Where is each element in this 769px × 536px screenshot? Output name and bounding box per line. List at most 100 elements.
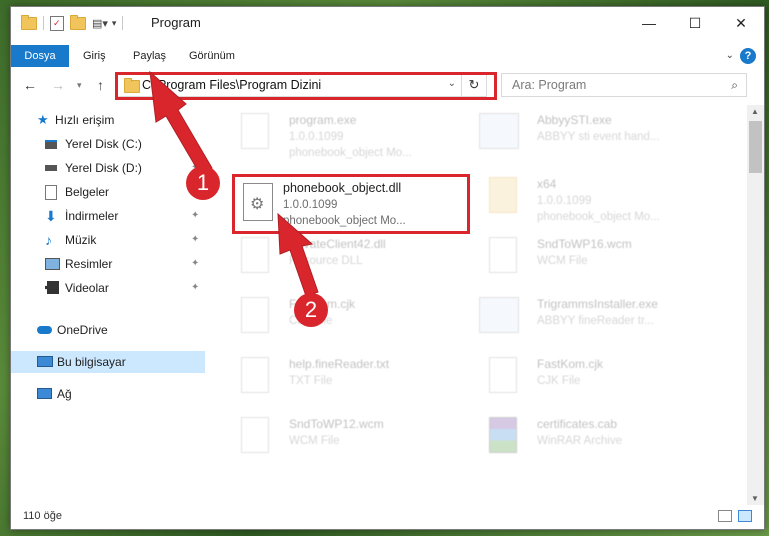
sidebar-item-downloads[interactable]: ⬇ İndirmeler ✦ xyxy=(11,205,205,227)
application-icon xyxy=(479,297,519,333)
step-marker-1: 1 xyxy=(186,166,220,200)
file-name: x64 xyxy=(537,177,557,191)
list-item[interactable]: certificates.cab WinRAR Archive xyxy=(479,413,719,471)
tab-share[interactable]: Paylaş xyxy=(123,45,176,67)
file-icon xyxy=(241,357,269,393)
tiles-view-button[interactable] xyxy=(738,510,752,522)
sidebar-item-videos[interactable]: Videolar ✦ xyxy=(11,277,205,299)
divider xyxy=(43,16,44,30)
cloud-icon xyxy=(37,326,52,334)
expand-ribbon-icon[interactable]: ⌄ xyxy=(726,50,734,61)
sidebar-item-label: Yerel Disk (D:) xyxy=(65,161,142,175)
sidebar-item-music[interactable]: ♪ Müzik ✦ xyxy=(11,229,205,251)
file-name: PrivateClient42.dll xyxy=(289,237,386,251)
file-icon xyxy=(489,357,517,393)
drive-icon xyxy=(45,165,57,171)
file-description: phonebook_object Mo... xyxy=(289,147,412,159)
file-version: 1.0.0.1099 xyxy=(537,195,592,207)
pin-icon[interactable]: ✦ xyxy=(191,229,199,251)
scroll-thumb[interactable] xyxy=(749,121,762,173)
file-icon xyxy=(241,113,269,149)
quick-access-toolbar: ✓ ▤▾ ▾ xyxy=(21,14,129,31)
help-icon[interactable]: ? xyxy=(740,48,756,64)
pictures-icon xyxy=(45,258,60,270)
sidebar-item-label: Ağ xyxy=(57,387,72,401)
file-name: program.exe xyxy=(289,113,357,127)
tab-file[interactable]: Dosya xyxy=(11,45,69,67)
list-item[interactable]: SndToWP12.wcm WCM File xyxy=(231,413,471,471)
list-item[interactable]: TrigrammsInstaller.exe ABBYY fineReader … xyxy=(479,293,719,351)
file-description: WCM File xyxy=(289,435,340,447)
maximize-button[interactable]: ☐ xyxy=(672,7,718,39)
details-view-button[interactable] xyxy=(718,510,732,522)
folder-icon xyxy=(489,177,517,213)
dropdown-icon[interactable]: ▾ xyxy=(112,18,117,29)
new-folder-icon[interactable] xyxy=(70,14,86,30)
file-name: SndToWP16.wcm xyxy=(537,237,632,251)
customize-icon[interactable]: ▤▾ xyxy=(92,17,108,30)
network-icon xyxy=(37,388,52,399)
sidebar-item-quick-access[interactable]: ★ Hızlı erişim xyxy=(11,109,205,131)
file-name: TrigrammsInstaller.exe xyxy=(537,297,658,311)
recent-locations-icon[interactable]: ▾ xyxy=(77,80,82,91)
sidebar-item-disk-c[interactable]: Yerel Disk (C:) xyxy=(11,133,205,155)
sidebar-item-onedrive[interactable]: OneDrive xyxy=(11,319,205,341)
download-icon: ⬇ xyxy=(45,208,57,224)
list-item[interactable]: SndToWP16.wcm WCM File xyxy=(479,233,719,291)
item-count: 110 öğe xyxy=(23,510,62,522)
tab-view[interactable]: Görünüm xyxy=(179,45,245,67)
list-item[interactable]: FastKom.cjk CJK File xyxy=(479,353,719,411)
minimize-button[interactable]: — xyxy=(626,7,672,39)
file-version: 1.0.0.1099 xyxy=(289,131,344,143)
sidebar-item-this-pc[interactable]: Bu bilgisayar xyxy=(11,351,205,373)
tab-home[interactable]: Giriş xyxy=(73,45,116,67)
list-item[interactable]: PrivateClient42.dll Resource DLL xyxy=(231,233,471,291)
forward-button[interactable]: → xyxy=(51,77,65,93)
list-item[interactable]: FastKom.cjk CJK File xyxy=(231,293,471,351)
vertical-scrollbar[interactable]: ▲ ▼ xyxy=(747,105,764,505)
drive-icon xyxy=(45,140,57,149)
search-placeholder: Ara: Program xyxy=(512,78,587,92)
file-name: AbbyySTI.exe xyxy=(537,113,612,127)
pin-icon[interactable]: ✦ xyxy=(191,277,199,299)
navigation-pane: ★ Hızlı erişim Yerel Disk (C:) Yerel Dis… xyxy=(11,105,205,505)
list-item[interactable]: program.exe 1.0.0.1099 phonebook_object … xyxy=(231,109,471,167)
file-icon xyxy=(489,237,517,273)
pin-icon[interactable]: ✦ xyxy=(191,205,199,227)
status-bar: 110 öğe xyxy=(11,505,764,529)
music-icon: ♪ xyxy=(45,232,52,248)
list-item[interactable]: x64 1.0.0.1099 phonebook_object Mo... xyxy=(479,173,719,231)
list-item[interactable]: AbbyySTI.exe ABBYY sti event hand... xyxy=(479,109,719,167)
sidebar-item-label: Resimler xyxy=(65,257,113,271)
file-icon xyxy=(241,297,269,333)
sidebar-item-disk-d[interactable]: Yerel Disk (D:) ✦ xyxy=(11,157,205,179)
sidebar-item-label: Yerel Disk (C:) xyxy=(65,137,142,151)
scroll-up-icon[interactable]: ▲ xyxy=(751,107,759,116)
star-icon: ★ xyxy=(37,112,49,127)
address-highlight-box xyxy=(115,72,497,100)
up-button[interactable]: ↑ xyxy=(97,77,104,93)
application-icon xyxy=(479,113,519,149)
sidebar-item-label: Videolar xyxy=(65,281,109,295)
list-item[interactable]: help.fineReader.txt TXT File xyxy=(231,353,471,411)
sidebar-item-label: Belgeler xyxy=(65,185,110,199)
pin-icon[interactable]: ✦ xyxy=(191,253,199,275)
file-icon xyxy=(241,237,269,273)
sidebar-item-documents[interactable]: Belgeler ✦ xyxy=(11,181,205,203)
close-button[interactable]: ✕ xyxy=(718,7,764,39)
scroll-down-icon[interactable]: ▼ xyxy=(751,494,759,503)
window-title: Program xyxy=(151,15,201,30)
sidebar-item-pictures[interactable]: Resimler ✦ xyxy=(11,253,205,275)
explorer-window: ✓ ▤▾ ▾ Program — ☐ ✕ Dosya Giriş Paylaş … xyxy=(10,6,765,530)
properties-icon[interactable]: ✓ xyxy=(50,15,64,31)
archive-icon xyxy=(489,417,517,453)
file-description: WCM File xyxy=(537,255,588,267)
documents-icon xyxy=(45,185,57,200)
file-name: help.fineReader.txt xyxy=(289,357,390,371)
back-button[interactable]: ← xyxy=(23,77,37,93)
file-description: WinRAR Archive xyxy=(537,435,622,447)
search-box[interactable]: Ara: Program ⌕ xyxy=(501,73,747,97)
search-icon: ⌕ xyxy=(731,78,738,92)
file-description: TXT File xyxy=(289,375,333,387)
sidebar-item-network[interactable]: Ağ xyxy=(11,383,205,405)
